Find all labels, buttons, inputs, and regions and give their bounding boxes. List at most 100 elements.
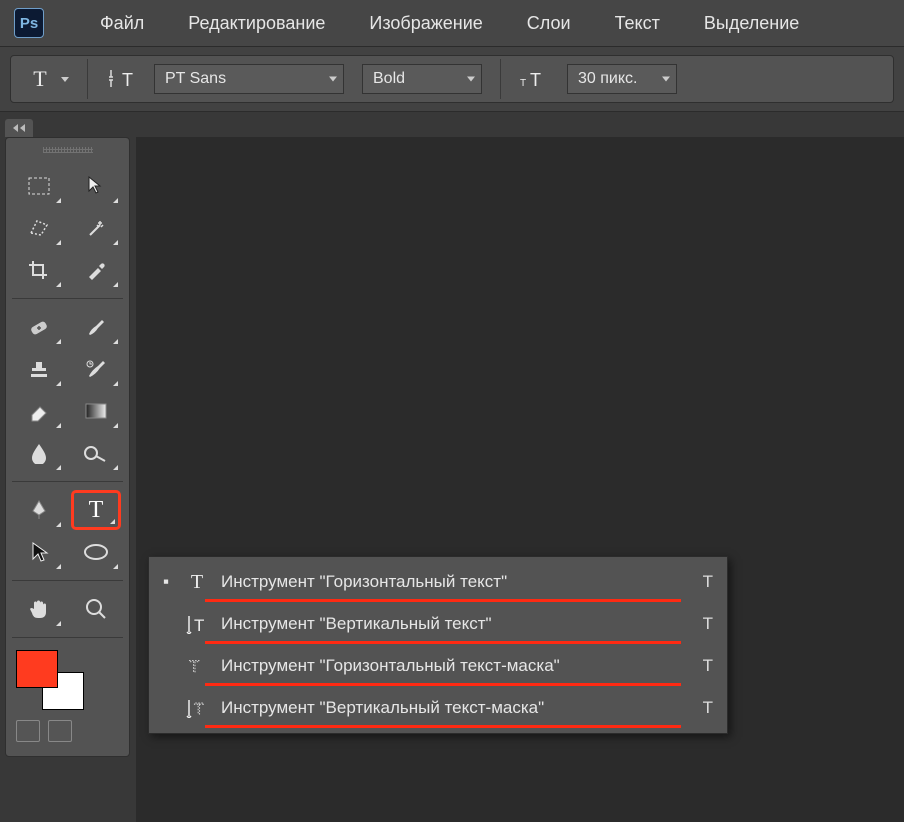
font-style-dropdown[interactable]: Bold bbox=[362, 64, 482, 94]
svg-text:T: T bbox=[530, 70, 541, 90]
type-tool-flyout: ▪ T Инструмент "Горизонтальный текст" T … bbox=[148, 556, 728, 734]
text-orientation-icon: T bbox=[108, 68, 134, 90]
flyout-item-shortcut: T bbox=[693, 698, 713, 718]
color-swatches[interactable] bbox=[6, 642, 129, 718]
svg-text:T: T bbox=[194, 701, 204, 718]
zoom-tool[interactable] bbox=[71, 589, 121, 629]
vertical-type-icon: T bbox=[185, 614, 209, 634]
options-bar: T T PT Sans Bold T T 30 пикс. bbox=[10, 55, 894, 103]
eyedropper-icon bbox=[84, 259, 108, 281]
gradient-icon bbox=[84, 401, 108, 421]
gradient-tool[interactable] bbox=[71, 391, 121, 431]
move-tool[interactable] bbox=[71, 166, 121, 206]
ellipse-icon bbox=[83, 542, 109, 562]
flyout-item-shortcut: T bbox=[693, 656, 713, 676]
annotation-underline bbox=[205, 725, 681, 728]
marquee-tool[interactable] bbox=[14, 166, 64, 206]
stamp-icon bbox=[27, 358, 51, 380]
dodge-icon bbox=[83, 442, 109, 464]
panel-grip[interactable] bbox=[6, 144, 129, 156]
dodge-tool[interactable] bbox=[71, 433, 121, 473]
quick-mask-button[interactable] bbox=[16, 720, 40, 742]
divider bbox=[87, 59, 88, 99]
svg-text:T: T bbox=[194, 616, 204, 634]
annotation-underline bbox=[205, 683, 681, 686]
crop-icon bbox=[27, 259, 51, 281]
font-size-dropdown[interactable]: 30 пикс. bbox=[567, 64, 677, 94]
flyout-vertical-type[interactable]: T Инструмент "Вертикальный текст" T bbox=[149, 603, 727, 645]
path-selection-icon bbox=[29, 541, 49, 563]
move-icon bbox=[85, 175, 107, 197]
crop-tool[interactable] bbox=[14, 250, 64, 290]
eyedropper-tool[interactable] bbox=[71, 250, 121, 290]
font-family-value: PT Sans bbox=[165, 70, 226, 88]
app-logo: Ps bbox=[14, 8, 44, 38]
history-brush-icon bbox=[84, 358, 108, 380]
menu-text[interactable]: Текст bbox=[593, 13, 682, 34]
chevron-down-icon bbox=[61, 77, 69, 82]
chevron-down-icon bbox=[467, 77, 475, 82]
type-tool-glyph: T bbox=[33, 66, 46, 92]
toolbox: T bbox=[5, 137, 130, 757]
font-style-value: Bold bbox=[373, 70, 405, 88]
type-tool-icon: T bbox=[89, 497, 104, 524]
hand-icon bbox=[27, 597, 51, 621]
flyout-horizontal-type-mask[interactable]: T Инструмент "Горизонтальный текст-маска… bbox=[149, 645, 727, 687]
hand-tool[interactable] bbox=[14, 589, 64, 629]
flyout-item-label: Инструмент "Горизонтальный текст" bbox=[221, 572, 681, 592]
flyout-item-shortcut: T bbox=[693, 572, 713, 592]
pen-icon bbox=[28, 499, 50, 521]
tool-preset-button[interactable]: T bbox=[25, 64, 55, 94]
blur-tool[interactable] bbox=[14, 433, 64, 473]
eraser-icon bbox=[27, 400, 51, 422]
flyout-item-label: Инструмент "Вертикальный текст" bbox=[221, 614, 681, 634]
screen-mode-button[interactable] bbox=[48, 720, 72, 742]
annotation-underline bbox=[205, 599, 681, 602]
svg-text:T: T bbox=[122, 70, 133, 90]
menu-layers[interactable]: Слои bbox=[505, 13, 593, 34]
flyout-vertical-type-mask[interactable]: T Инструмент "Вертикальный текст-маска" … bbox=[149, 687, 727, 729]
healing-brush-tool[interactable] bbox=[14, 307, 64, 347]
flyout-horizontal-type[interactable]: ▪ T Инструмент "Горизонтальный текст" T bbox=[149, 561, 727, 603]
text-orientation-button[interactable]: T bbox=[106, 64, 136, 94]
path-selection-tool[interactable] bbox=[14, 532, 64, 572]
menu-image[interactable]: Изображение bbox=[347, 13, 504, 34]
selected-indicator-icon: ▪ bbox=[159, 572, 173, 592]
healing-icon bbox=[27, 316, 51, 338]
pen-tool[interactable] bbox=[14, 490, 64, 530]
shape-tool[interactable] bbox=[71, 532, 121, 572]
menu-file[interactable]: Файл bbox=[78, 13, 166, 34]
svg-text:T: T bbox=[189, 657, 199, 676]
font-size-value: 30 пикс. bbox=[578, 70, 637, 88]
font-size-icon: T T bbox=[519, 64, 549, 94]
marquee-icon bbox=[27, 176, 51, 196]
magic-wand-tool[interactable] bbox=[71, 208, 121, 248]
history-brush-tool[interactable] bbox=[71, 349, 121, 389]
menu-select[interactable]: Выделение bbox=[682, 13, 821, 34]
lasso-tool[interactable] bbox=[14, 208, 64, 248]
flyout-item-label: Инструмент "Горизонтальный текст-маска" bbox=[221, 656, 681, 676]
magic-wand-icon bbox=[84, 217, 108, 239]
brush-icon bbox=[84, 316, 108, 338]
font-family-dropdown[interactable]: PT Sans bbox=[154, 64, 344, 94]
type-tool[interactable]: T bbox=[71, 490, 121, 530]
horizontal-type-mask-icon: T bbox=[185, 656, 209, 676]
menu-edit[interactable]: Редактирование bbox=[166, 13, 347, 34]
foreground-color-swatch[interactable] bbox=[16, 650, 58, 688]
zoom-icon bbox=[84, 597, 108, 621]
brush-tool[interactable] bbox=[71, 307, 121, 347]
panel-collapse-tab[interactable] bbox=[5, 119, 33, 137]
flyout-item-label: Инструмент "Вертикальный текст-маска" bbox=[221, 698, 681, 718]
chevron-down-icon bbox=[329, 77, 337, 82]
blur-icon bbox=[29, 442, 49, 464]
annotation-underline bbox=[205, 641, 681, 644]
flyout-item-shortcut: T bbox=[693, 614, 713, 634]
vertical-type-mask-icon: T bbox=[185, 698, 209, 718]
font-size-glyph-icon: T T bbox=[520, 68, 548, 90]
eraser-tool[interactable] bbox=[14, 391, 64, 431]
clone-stamp-tool[interactable] bbox=[14, 349, 64, 389]
divider bbox=[500, 59, 501, 99]
menu-bar: Ps Файл Редактирование Изображение Слои … bbox=[0, 0, 904, 46]
svg-text:T: T bbox=[520, 78, 526, 89]
horizontal-type-icon: T bbox=[185, 571, 209, 594]
